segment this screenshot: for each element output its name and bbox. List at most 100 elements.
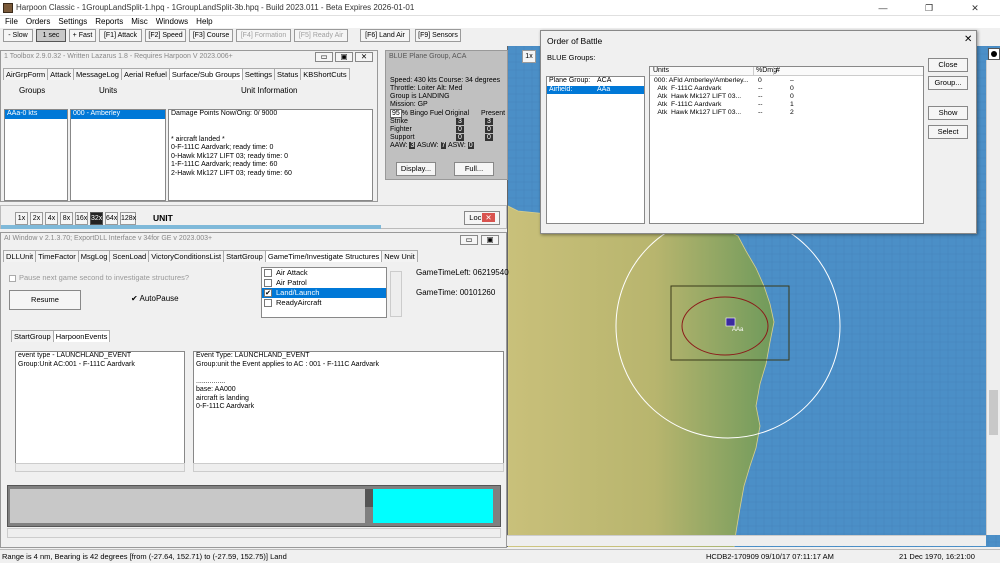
menu-reports[interactable]: Reports [95,16,123,28]
menu-file[interactable]: File [5,16,18,28]
oob-unit-row[interactable]: Atk F-111C Aardvark -- 1 [652,101,923,109]
toolbar-button-6[interactable]: [F4] Formation [236,29,291,42]
map-zoom-button[interactable]: 1x [522,50,536,63]
toolbar-button-7[interactable]: [F5] Ready Air [294,29,348,42]
ai-tab-new-unit[interactable]: New Unit [381,250,418,262]
ai-restore-button[interactable]: ▣ [481,235,499,245]
zoom-64x[interactable]: 64x [105,212,118,225]
zoom-8x[interactable]: 8x [60,212,73,225]
tab-kbshortcuts[interactable]: KBShortCuts [300,68,350,80]
zoom-128x[interactable]: 128x [120,212,136,225]
menu-settings[interactable]: Settings [58,16,87,28]
group-item[interactable]: AAa-0 kts [5,110,67,119]
event-list[interactable]: event type - LAUNCHLAND_EVENT Group:Unit … [15,351,185,471]
resume-button[interactable]: Resume [9,290,81,310]
ai-tab-scenload[interactable]: ScenLoad [109,250,150,262]
oob-unit-row[interactable]: 000: AFld Amberley/Amberley... 0– [652,77,923,85]
toolbox-restore-button[interactable]: ▣ [335,52,353,62]
tab-status[interactable]: Status [274,68,302,80]
scroll-thumb[interactable] [989,390,998,435]
ai-tab-startgroup[interactable]: StartGroup [223,250,266,262]
plane-group-status: Speed: 430 kts Course: 34 degrees Throttl… [390,77,500,109]
toolbar-button-3[interactable]: [F1] Attack [99,29,142,42]
toolbar-button-5[interactable]: [F3] Course [189,29,233,42]
oob-group-item[interactable]: Plane Group: ACA [547,77,644,86]
ai-tab-msglog[interactable]: MsgLog [77,250,111,262]
check-land-launch[interactable]: ✔ Land/Launch [262,288,386,298]
tab-airgrpform[interactable]: AirGrpForm [3,68,49,80]
zoom-32x[interactable]: 32x [90,212,103,225]
graph-scrollbar[interactable] [7,528,501,538]
zoom-16x[interactable]: 16x [75,212,88,225]
close-window-button[interactable]: ✕ [952,0,998,16]
oob-select-button[interactable]: Select [928,125,968,139]
oob-group-item[interactable]: Airfield: AAa [547,85,644,94]
autopause-check-icon[interactable]: ✔ [131,294,138,303]
checkbox-icon[interactable]: ✔ [264,289,272,298]
tab-surface-sub-groups[interactable]: Surface/Sub Groups [168,68,243,80]
zoom-1x[interactable]: 1x [15,212,28,225]
check-readyaircraft[interactable]: ReadyAircraft [262,298,386,308]
event-detail-text[interactable]: Event Type: LAUNCHLAND_EVENT Group:unit t… [193,351,504,471]
toolbar-button-2[interactable]: + Fast [69,29,96,42]
tab-settings[interactable]: Settings [241,68,275,80]
ai-tab-timefactor[interactable]: TimeFactor [35,250,79,262]
oob-unit-row[interactable]: Atk Hawk Mk127 LIFT 03... -- 0 [652,93,923,101]
oob-close-icon[interactable]: ✕ [964,34,972,45]
display-button[interactable]: Display... [396,162,436,176]
checkbox-icon[interactable] [264,269,272,278]
oob-groups-list[interactable]: Plane Group: ACA Airfield: AAa [546,76,645,224]
event-detail-scrollbar[interactable] [193,463,504,472]
oob-unit-row[interactable]: Atk Hawk Mk127 LIFT 03... -- 2 [652,109,923,117]
toolbar-button-1[interactable]: 1 sec [36,29,66,42]
oob-close-button[interactable]: Close [928,58,968,72]
menu-help[interactable]: Help [196,16,212,28]
checklist-scrollbar[interactable] [390,271,402,317]
toolbar-button-4[interactable]: [F2] Speed [145,29,186,42]
toolbox-close-button[interactable]: ✕ [355,52,373,62]
minimize-button[interactable]: — [860,0,906,16]
menu-orders[interactable]: Orders [26,16,50,28]
plane-group-line: Speed: 430 kts Course: 34 degrees [390,77,501,84]
unit-information-text[interactable]: Damage Points Now/Orig: 0/ 9000 * aircra… [168,109,373,201]
toolbox-minimize-button[interactable]: ▭ [315,52,333,62]
checkbox-icon[interactable] [264,299,272,308]
zoom-4x[interactable]: 4x [45,212,58,225]
ai-tab-victoryconditionslist[interactable]: VictoryConditionsList [148,250,225,262]
event-list-scrollbar[interactable] [15,463,185,472]
zoom-2x[interactable]: 2x [30,212,43,225]
structure-checklist[interactable]: Air Attack Air Patrol ✔ Land/Launch ReadyAir… [261,267,387,318]
oob-show-button[interactable]: Show [928,106,968,120]
oob-units-list[interactable]: Units %Dmg # 000: AFld Amberley/Amberley… [649,66,924,224]
ai-tab-dllunit[interactable]: DLLUnit [3,250,37,262]
maximize-button[interactable]: ❐ [906,0,952,16]
subtab-harpoonevents[interactable]: HarpoonEvents [52,330,111,342]
pause-checkbox[interactable]: Pause next game second to investigate st… [9,273,189,282]
toolbar-button-9[interactable]: [F9] Sensors [415,29,461,42]
ai-tab-gametime-investigate-structures[interactable]: GameTime/Investigate Structures [264,250,383,262]
map-horizontal-scrollbar[interactable] [507,535,986,546]
tab-messagelog[interactable]: MessageLog [73,68,122,80]
ai-minimize-button[interactable]: ▭ [460,235,478,245]
autopause-checkbox[interactable]: ✔ AutoPause [131,294,179,303]
toolbar-button-0[interactable]: - Slow [3,29,33,42]
tab-attack[interactable]: Attack [47,68,75,80]
map-radio-icon[interactable] [988,48,1000,60]
menu-misc[interactable]: Misc [131,16,147,28]
pause-checkbox-box[interactable] [9,274,16,282]
oob-unit-row[interactable]: Atk F-111C Aardvark -- 0 [652,85,923,93]
check-air-patrol[interactable]: Air Patrol [262,278,386,288]
lock-button[interactable]: Loc ✕ [464,211,500,225]
toolbar-button-8[interactable]: [F6] Land Air [360,29,410,42]
subtab-startgroup[interactable]: StartGroup [11,330,54,342]
menu-windows[interactable]: Windows [156,16,188,28]
units-list[interactable]: 000 - Amberley [70,109,166,201]
tab-aerial-refuel[interactable]: Aerial Refuel [120,68,170,80]
map-vertical-scrollbar[interactable] [986,60,1000,535]
groups-list[interactable]: AAa-0 kts [4,109,68,201]
check-air-attack[interactable]: Air Attack [262,268,386,278]
checkbox-icon[interactable] [264,279,272,288]
full-button[interactable]: Full... [454,162,494,176]
oob-group-button[interactable]: Group... [928,76,968,90]
unit-item[interactable]: 000 - Amberley [71,110,165,119]
